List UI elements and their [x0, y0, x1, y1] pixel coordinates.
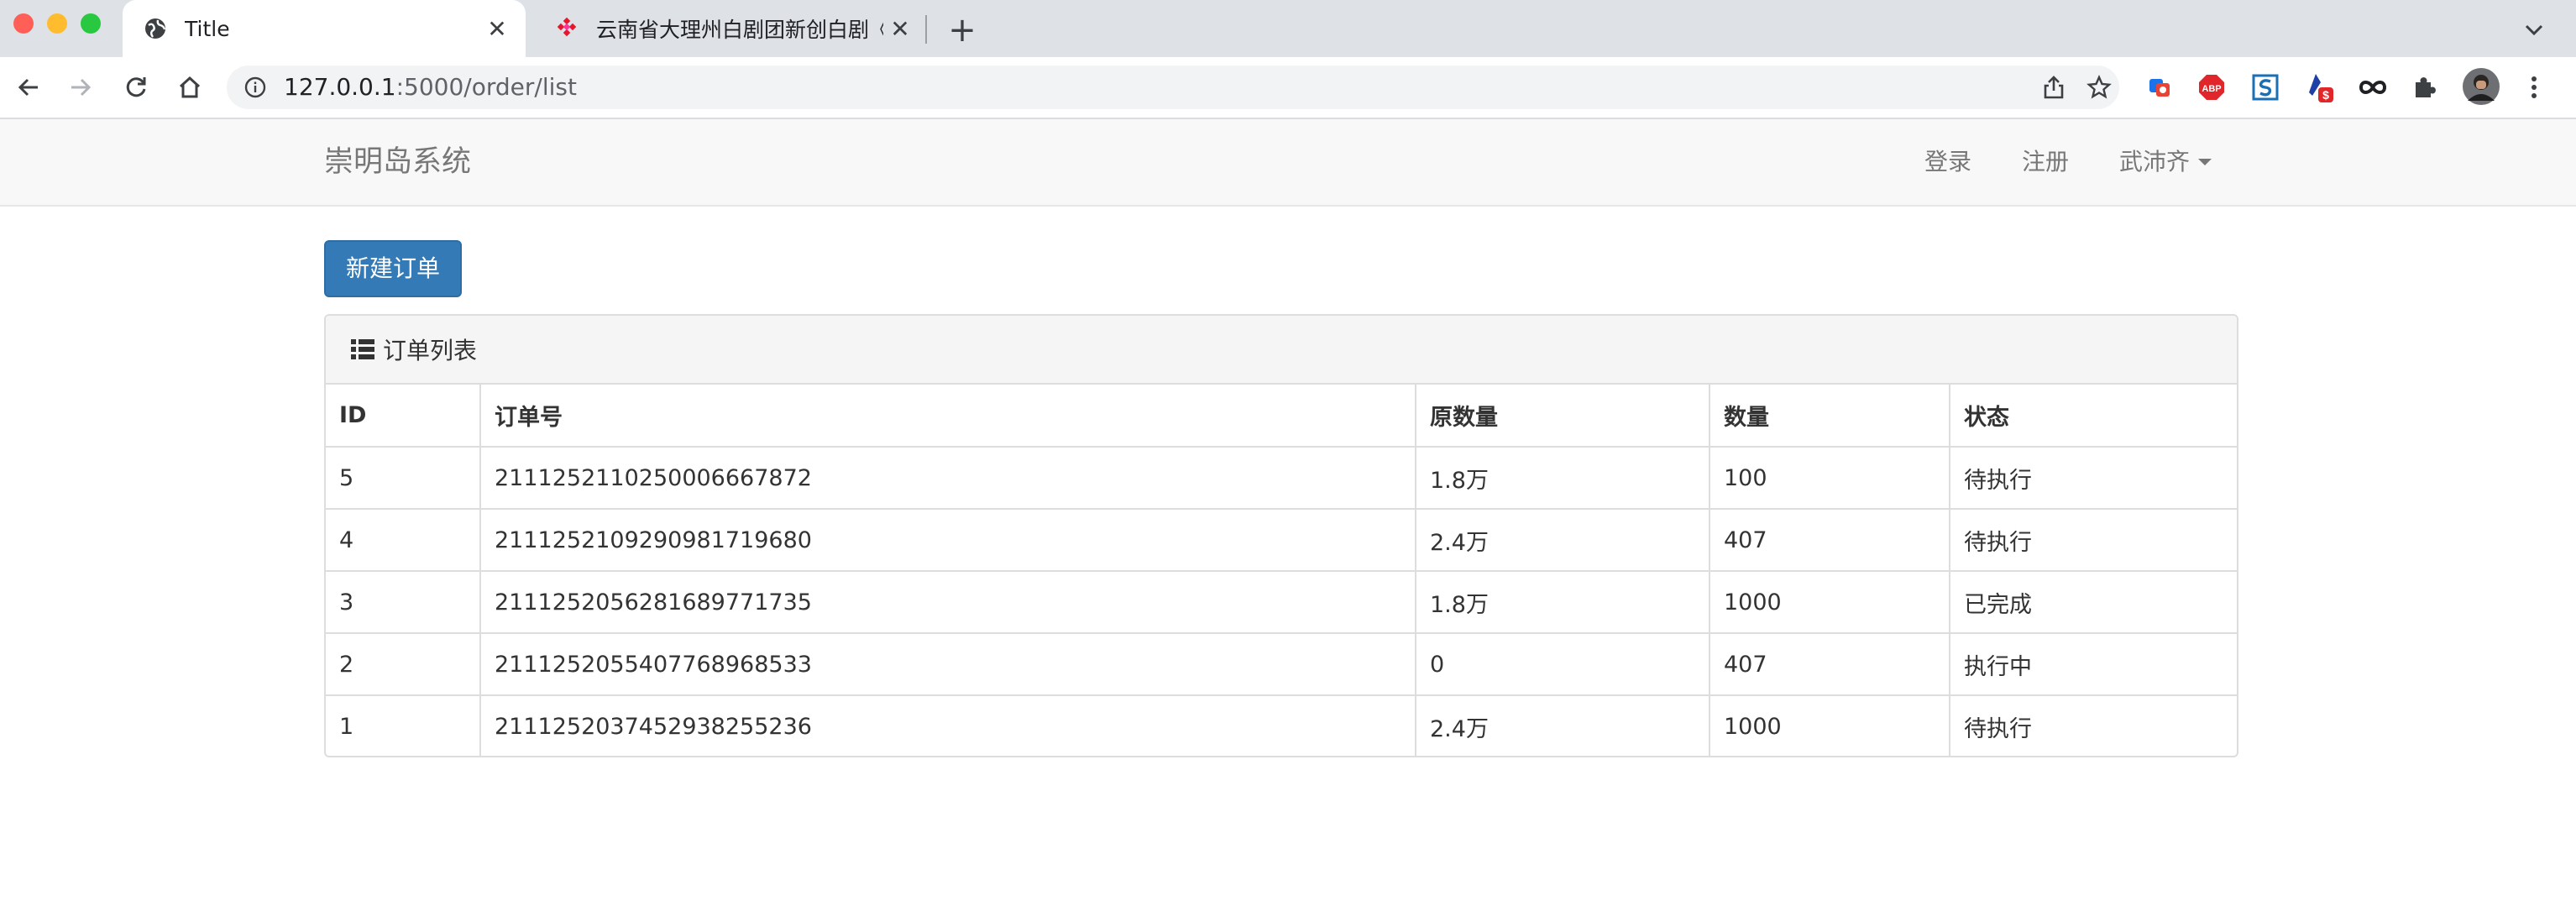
- new-tab-button[interactable]: +: [944, 11, 981, 50]
- column-header-quantity: 数量: [1709, 385, 1950, 448]
- svg-text:$: $: [2322, 88, 2329, 102]
- table-row: 3 2111252056281689771735 1.8万 1000 已完成: [326, 571, 2237, 634]
- table-row: 1 2111252037452938255236 2.4万 1000 待执行: [326, 695, 2237, 756]
- tab-title[interactable]: Title ✕: [123, 0, 526, 57]
- column-header-original-quantity: 原数量: [1416, 385, 1710, 448]
- globe-icon: [143, 16, 168, 41]
- panel-title: 订单列表: [383, 337, 478, 364]
- table-row: 5 2111252110250006667872 1.8万 100 待执行: [326, 447, 2237, 510]
- table-row: 2 2111252055407768968533 0 407 执行中: [326, 633, 2237, 696]
- cell-original-quantity: 1.8万: [1416, 447, 1710, 510]
- cell-id: 3: [326, 571, 481, 634]
- tab-separator: [925, 15, 927, 44]
- cell-original-quantity: 0: [1416, 633, 1710, 696]
- close-window-button[interactable]: [13, 13, 34, 34]
- minimize-window-button[interactable]: [47, 13, 67, 34]
- cell-id: 5: [326, 447, 481, 510]
- translate-extension-icon[interactable]: [2143, 71, 2176, 104]
- column-header-status: 状态: [1950, 385, 2237, 448]
- dollar-extension-icon[interactable]: $: [2302, 71, 2336, 104]
- share-icon[interactable]: [2037, 71, 2071, 104]
- tab-close-icon[interactable]: ✕: [883, 12, 917, 45]
- user-dropdown[interactable]: 武沛齐: [2119, 119, 2212, 205]
- tab-news[interactable]: 云南省大理州白剧团新创白剧《 ✕: [534, 0, 929, 57]
- home-icon[interactable]: [171, 69, 208, 106]
- order-table: ID 订单号 原数量 数量 状态 5 211125211025000666787…: [326, 385, 2237, 756]
- table-header-row: ID 订单号 原数量 数量 状态: [326, 385, 2237, 448]
- cell-quantity: 407: [1709, 633, 1950, 696]
- cell-status: 已完成: [1950, 571, 2237, 634]
- cell-order-number: 2111252055407768968533: [480, 633, 1416, 696]
- url-path: :5000/order/list: [395, 73, 577, 101]
- new-order-button[interactable]: 新建订单: [324, 240, 462, 297]
- cell-original-quantity: 1.8万: [1416, 571, 1710, 634]
- svg-text:ABP: ABP: [2202, 84, 2221, 94]
- caret-down-icon: [2198, 159, 2212, 165]
- address-bar[interactable]: 127.0.0.1:5000/order/list: [227, 65, 2119, 109]
- maximize-window-button[interactable]: [81, 13, 101, 34]
- tab-label: 云南省大理州白剧团新创白剧《: [596, 18, 883, 42]
- url-host: 127.0.0.1: [284, 73, 396, 101]
- tab-label: Title: [185, 16, 230, 41]
- panel-heading: 订单列表: [326, 316, 2237, 385]
- user-name: 武沛齐: [2119, 148, 2191, 175]
- cell-id: 1: [326, 695, 481, 756]
- cell-quantity: 1000: [1709, 695, 1950, 756]
- order-list-panel: 订单列表 ID 订单号 原数量 数量 状态 5 2111252110250006…: [324, 314, 2238, 757]
- tab-close-icon[interactable]: ✕: [480, 12, 514, 45]
- infinity-extension-icon[interactable]: [2356, 71, 2390, 104]
- navbar-brand[interactable]: 崇明岛系统: [324, 119, 471, 205]
- navbar: 崇明岛系统 登录 注册 武沛齐: [0, 119, 2576, 207]
- avatar[interactable]: [2462, 67, 2500, 106]
- cell-id: 4: [326, 509, 481, 572]
- cell-status: 执行中: [1950, 633, 2237, 696]
- cell-status: 待执行: [1950, 447, 2237, 510]
- adblock-extension-icon[interactable]: ABP: [2195, 71, 2228, 104]
- reload-icon[interactable]: [118, 69, 154, 106]
- cell-status: 待执行: [1964, 716, 2032, 742]
- column-header-order-number: 订单号: [480, 385, 1416, 448]
- tab-strip: Title ✕ 云南省大理州白剧团新创白剧《 ✕ +: [0, 0, 2576, 57]
- tab-search-chevron-icon[interactable]: [2516, 12, 2552, 49]
- back-arrow-icon[interactable]: [10, 69, 47, 106]
- cell-order-number: 2111252037452938255236: [480, 695, 1416, 756]
- cell-order-number: 2111252056281689771735: [480, 571, 1416, 634]
- kebab-menu-icon[interactable]: [2517, 71, 2551, 104]
- puzzle-icon[interactable]: [2408, 71, 2442, 104]
- column-header-id: ID: [326, 385, 481, 448]
- nav-login-link[interactable]: 登录: [1924, 119, 1971, 205]
- forward-arrow-icon[interactable]: [62, 69, 99, 106]
- cell-quantity: 100: [1709, 447, 1950, 510]
- cell-original-quantity: 2.4万: [1416, 509, 1710, 572]
- bookmark-star-icon[interactable]: [2082, 71, 2116, 104]
- s-extension-icon[interactable]: [2249, 71, 2282, 104]
- browser-toolbar: 127.0.0.1:5000/order/list ABP $: [0, 57, 2576, 119]
- cell-quantity: 407: [1709, 509, 1950, 572]
- site-info-icon[interactable]: [242, 74, 269, 101]
- table-row: 4 2111252109290981719680 2.4万 407 待执行: [326, 509, 2237, 572]
- cell-status: 待执行: [1950, 509, 2237, 572]
- url-text: 127.0.0.1:5000/order/list: [284, 65, 577, 109]
- cell-order-number: 2111252110250006667872: [480, 447, 1416, 510]
- cell-quantity: 1000: [1709, 571, 1950, 634]
- cell-order-number: 2111252109290981719680: [480, 509, 1416, 572]
- weibo-grid-icon: [554, 16, 579, 41]
- nav-register-link[interactable]: 注册: [2022, 119, 2069, 205]
- cell-id: 2: [326, 633, 481, 696]
- list-icon: [351, 338, 374, 360]
- cell-original-quantity: 2.4万: [1416, 695, 1710, 756]
